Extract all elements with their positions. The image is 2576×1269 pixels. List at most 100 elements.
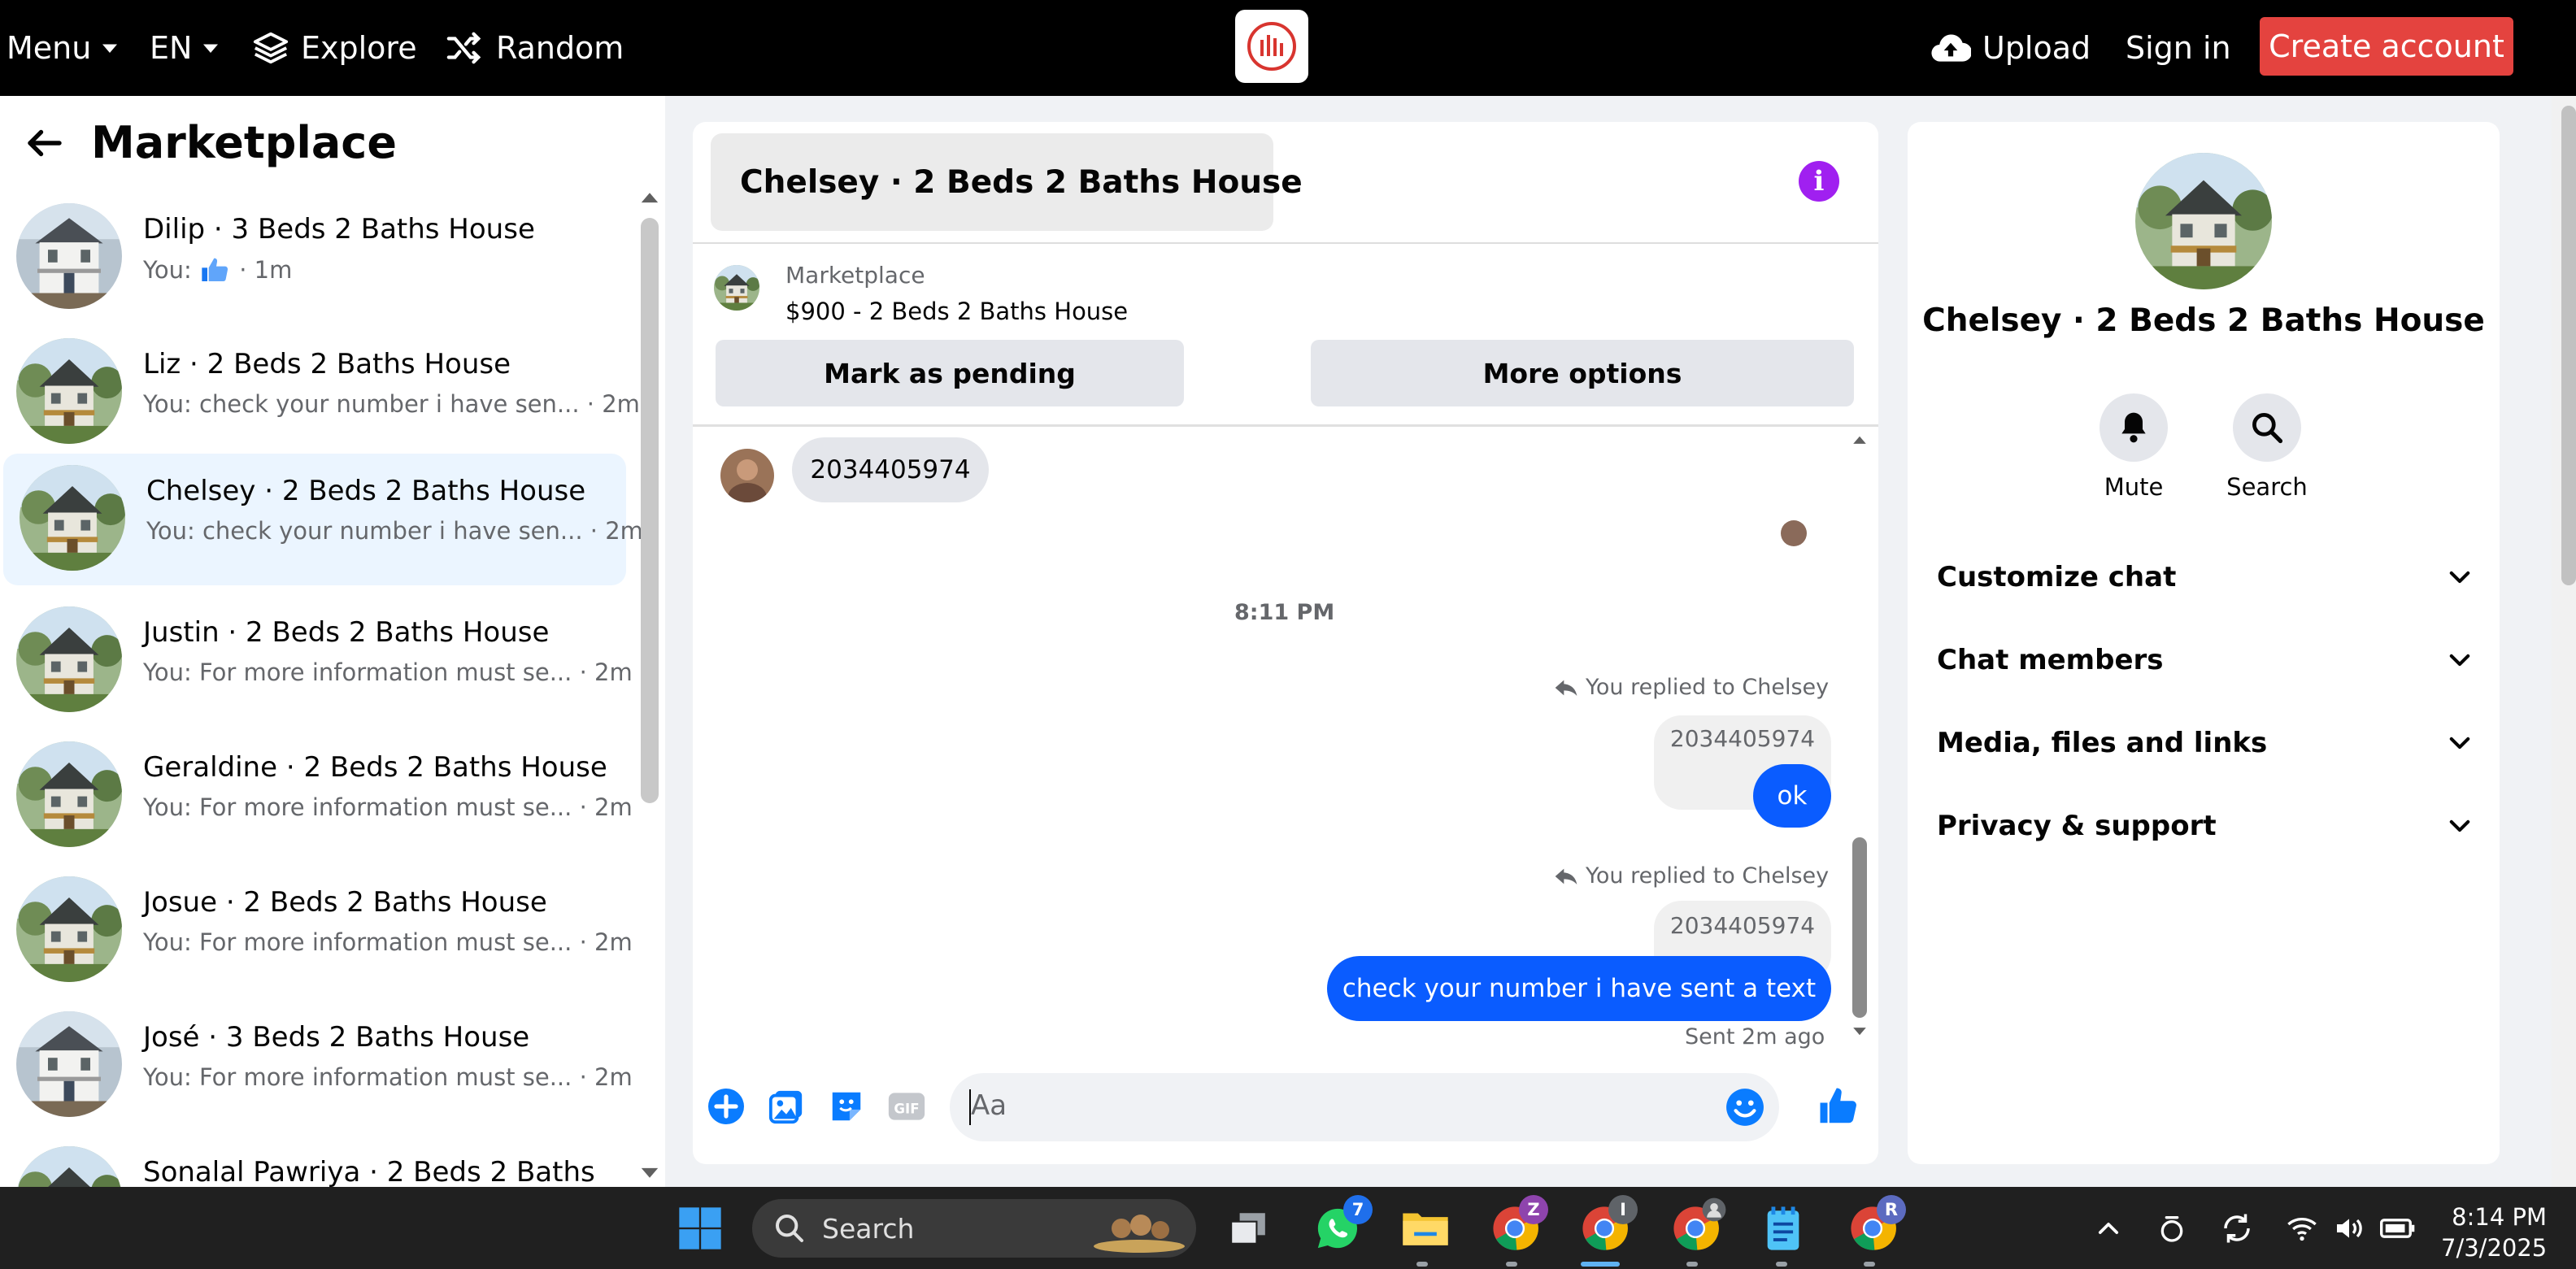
sender-avatar — [720, 449, 774, 502]
reply-label: You replied to Chelsey — [1586, 675, 1830, 700]
conversation-item[interactable]: Josue · 2 Beds 2 Baths House You: For mo… — [0, 865, 633, 997]
reply-icon — [1555, 680, 1577, 696]
conversation-preview: You: For more information must se... · 2… — [143, 1063, 633, 1091]
quoted-text: 2034405974 — [1669, 912, 1816, 939]
info-button[interactable]: i — [1799, 161, 1839, 202]
conversation-title: Liz · 2 Beds 2 Baths House — [143, 348, 511, 380]
mark-as-pending-label: Mark as pending — [824, 357, 1076, 389]
scroll-down-icon[interactable] — [1849, 1023, 1870, 1039]
scroll-down-icon[interactable] — [636, 1163, 664, 1182]
upload-button[interactable]: Upload — [1930, 0, 2091, 96]
like-icon[interactable] — [1815, 1083, 1862, 1130]
taskbar-search[interactable]: Search — [752, 1199, 1196, 1258]
conversation-item[interactable]: José · 3 Beds 2 Baths House You: For mor… — [0, 1000, 633, 1132]
conversation-title: Sonalal Pawriya · 2 Beds 2 Baths — [143, 1156, 595, 1187]
create-account-button[interactable]: Create account — [2260, 17, 2513, 76]
explore-button[interactable]: Explore — [252, 0, 417, 96]
site-logo[interactable] — [1235, 10, 1308, 83]
customize-chat-row[interactable]: Customize chat — [1937, 545, 2474, 610]
listing-avatar — [16, 606, 122, 712]
copilot-tray-icon[interactable] — [2145, 1202, 2199, 1255]
conversation-item[interactable]: Sonalal Pawriya · 2 Beds 2 Baths — [0, 1135, 623, 1187]
conversation-item[interactable]: Geraldine · 2 Beds 2 Baths House You: Fo… — [0, 730, 633, 862]
listing-avatar — [16, 876, 122, 982]
mark-as-pending-button[interactable]: Mark as pending — [716, 340, 1184, 406]
sidebar-scrollbar-thumb[interactable] — [641, 218, 659, 803]
show-hidden-icons-chevron[interactable] — [2082, 1202, 2135, 1255]
sidebar-title: Marketplace — [91, 117, 397, 168]
search-icon — [776, 1215, 803, 1242]
scroll-up-icon[interactable] — [1849, 432, 1870, 449]
conversation-list-panel: Marketplace Dilip · 3 Beds 2 Baths House… — [0, 96, 665, 1187]
listing-thumbnail[interactable] — [714, 265, 759, 311]
whatsapp-icon[interactable]: 7 — [1311, 1195, 1373, 1255]
profile-badge: Z — [1519, 1195, 1548, 1224]
language-button[interactable]: EN — [150, 0, 223, 96]
contact-avatar[interactable] — [2135, 153, 2272, 289]
chrome-icon[interactable] — [1669, 1197, 1726, 1255]
conversation-title: Geraldine · 2 Beds 2 Baths House — [143, 751, 607, 784]
svg-text:GIF: GIF — [894, 1101, 919, 1116]
conversation-title: José · 3 Beds 2 Baths House — [143, 1021, 530, 1054]
sync-icon[interactable] — [2210, 1202, 2264, 1255]
photo-icon[interactable] — [766, 1086, 807, 1127]
back-arrow-icon[interactable] — [23, 121, 67, 165]
media-files-links-row[interactable]: Media, files and links — [1937, 711, 2474, 776]
message-text: check your number i have sent a text — [1342, 974, 1817, 1003]
sign-in-link[interactable]: Sign in — [2126, 0, 2231, 96]
conversation-preview: You: For more information must se... · 2… — [143, 928, 633, 956]
file-explorer-icon[interactable] — [1399, 1202, 1452, 1255]
chrome-icon-active[interactable]: I — [1577, 1195, 1638, 1255]
messages-scrollbar-thumb[interactable] — [1852, 837, 1867, 1018]
chrome-icon[interactable]: Z — [1488, 1195, 1548, 1255]
gif-icon[interactable]: GIF — [886, 1086, 927, 1127]
message-input[interactable]: Aa — [950, 1073, 1779, 1141]
divider — [693, 242, 1878, 244]
running-app-indicator — [1864, 1262, 1875, 1267]
caret-down-icon — [102, 44, 118, 53]
wifi-icon[interactable] — [2275, 1202, 2329, 1255]
clock-time: 8:14 PM — [2452, 1203, 2547, 1231]
conversation-item[interactable]: Dilip · 3 Beds 2 Baths House You: · 1m — [0, 192, 623, 324]
search-icon — [2252, 413, 2283, 444]
conversation-item[interactable]: Justin · 2 Beds 2 Baths House You: For m… — [0, 595, 633, 727]
volume-icon[interactable] — [2322, 1202, 2376, 1255]
notification-badge: 7 — [1343, 1195, 1373, 1224]
received-message[interactable]: 2034405974 — [792, 437, 989, 502]
notepad-icon[interactable] — [1756, 1202, 1810, 1255]
mute-button[interactable] — [2100, 393, 2168, 462]
chevron-down-icon — [2449, 571, 2470, 584]
privacy-support-row[interactable]: Privacy & support — [1937, 793, 2474, 858]
section-label: Privacy & support — [1937, 810, 2217, 842]
more-options-button[interactable]: More options — [1311, 340, 1854, 406]
conversation-preview: You: For more information must se... · 2… — [143, 658, 633, 686]
conversation-title: Justin · 2 Beds 2 Baths House — [143, 616, 550, 649]
search-conversation-button[interactable] — [2233, 393, 2301, 462]
battery-icon[interactable] — [2371, 1202, 2425, 1255]
listing-avatar — [16, 1146, 122, 1187]
emoji-icon[interactable] — [1724, 1086, 1766, 1128]
scroll-up-icon[interactable] — [636, 189, 664, 208]
add-attachment-icon[interactable] — [706, 1086, 746, 1127]
message-timestamp: 8:11 PM — [1234, 600, 1335, 625]
listing-title[interactable]: $900 - 2 Beds 2 Baths House — [785, 298, 1128, 325]
sticker-icon[interactable] — [826, 1086, 867, 1127]
conversation-item-selected[interactable]: Chelsey · 2 Beds 2 Baths House You: chec… — [3, 454, 643, 585]
chevron-down-icon — [2449, 819, 2470, 832]
reply-indicator: You replied to Chelsey — [1553, 675, 1829, 700]
chat-members-row[interactable]: Chat members — [1937, 628, 2474, 693]
random-button[interactable]: Random — [444, 0, 624, 96]
windows-taskbar: Search 7 Z I R 8:14 PM 7/3/2025 — [0, 1187, 2576, 1269]
sent-message[interactable]: check your number i have sent a text — [1327, 956, 1831, 1021]
menu-button[interactable]: Menu — [7, 0, 122, 96]
chat-header[interactable]: Chelsey · 2 Beds 2 Baths House — [711, 133, 1303, 231]
task-view-icon[interactable] — [1221, 1202, 1275, 1255]
sent-message[interactable]: ok — [1753, 764, 1831, 828]
windows-start-icon[interactable] — [673, 1202, 727, 1255]
conversation-preview: You: · 1m — [143, 255, 292, 284]
chrome-icon[interactable]: R — [1846, 1195, 1906, 1255]
page-scrollbar-thumb[interactable] — [2561, 106, 2576, 585]
system-clock[interactable]: 8:14 PM 7/3/2025 — [2441, 1202, 2547, 1263]
conversation-item[interactable]: Liz · 2 Beds 2 Baths House You: check yo… — [0, 327, 640, 458]
chat-details-panel: Chelsey · 2 Beds 2 Baths House Mute Sear… — [1908, 122, 2500, 1164]
